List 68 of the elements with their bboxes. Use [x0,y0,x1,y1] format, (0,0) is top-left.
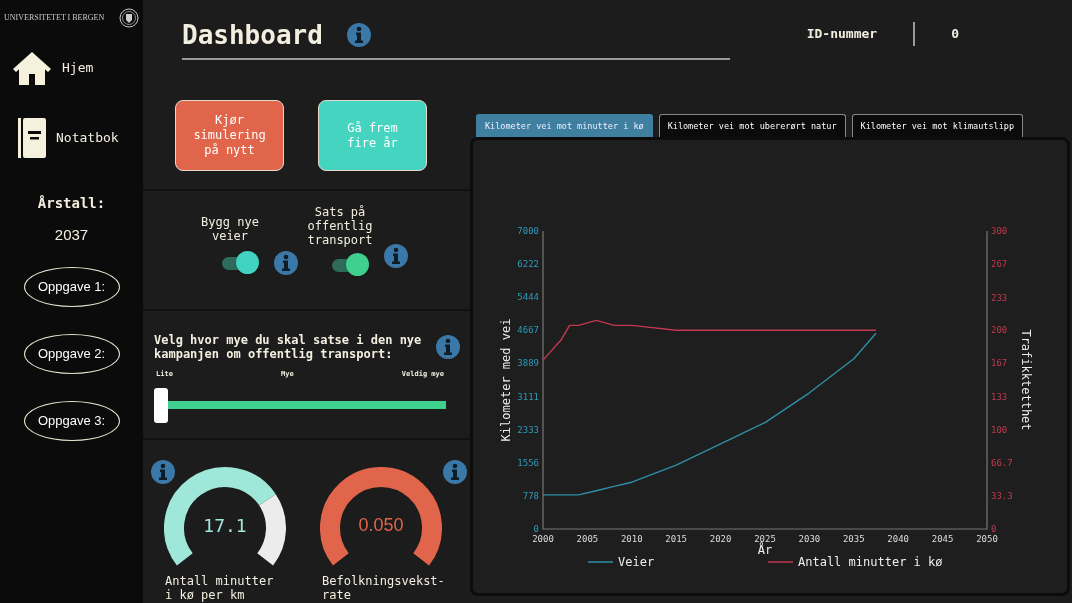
tick-label: 2040 [887,534,910,544]
info-icon[interactable] [384,244,408,268]
info-icon[interactable] [151,460,175,484]
tick-label: 1556 [517,457,539,468]
info-icon[interactable] [443,460,467,484]
gauge-label: Befolkningsvekst-rate [321,574,446,602]
notebook-icon [18,118,46,158]
tick-label: 100 [991,424,1008,435]
tick-label: 778 [522,490,539,501]
sidebar-item[interactable]: Hjem [0,48,143,88]
toggle-switch[interactable] [332,253,368,277]
tick-label: 2333 [517,424,539,435]
year-label: Årstall: [37,194,106,213]
tick-label: 4667 [517,325,539,336]
legend-label: Antall minutter i kø [798,555,943,569]
tick-label: 3889 [517,358,539,369]
tick-label: 3111 [517,391,539,402]
tick-label: 0 [991,524,997,534]
tick-label: 133 [991,391,1008,402]
tick-label: 5444 [517,292,539,303]
legend-line [587,561,614,563]
axis-title: Trafikktetthet [1019,329,1033,431]
slider-thumb[interactable] [154,387,168,423]
seal-icon [119,8,139,28]
legend-line [767,561,794,563]
info-icon[interactable] [436,335,460,359]
question-text: Velg hvor mye du skal satse i den nye kampanjen om offentlig transport: [154,333,423,361]
legend-label: Veier [618,555,655,569]
house-icon [12,50,52,86]
tick-label: 267 [991,258,1008,269]
tick-label: 2030 [798,534,821,544]
tick-label: 2020 [709,534,732,544]
logo-text: UNIVERSITETET I BERGEN [4,12,105,24]
id-value: 0 [951,25,959,44]
tick-label: 2035 [842,534,865,544]
tick-label: 233 [991,292,1008,303]
tick-label: 2045 [931,534,954,544]
tab[interactable]: Kilometer vei mot klimautslipp [851,114,1024,137]
axis-title: Kilometer med vei [499,318,513,442]
tick-label: 2005 [576,534,599,544]
gauge-value: 0.050 [358,514,404,537]
gauge-label: Antall minutter i kø per km [165,574,275,602]
toggle-label: Bygg nye veier [200,215,260,243]
toggle-label: Sats på offentlig transport [306,205,374,247]
tick-label: 2000 [532,534,554,544]
tab[interactable]: Kilometer vei mot ubererørt natur [658,114,846,137]
info-icon[interactable] [346,23,371,47]
id-label: ID-nummer [806,25,878,44]
tick-label: 7000 [517,226,539,236]
tick-label: 200 [991,325,1008,336]
tick-label: 2015 [665,534,688,544]
tick-label: 2010 [620,534,643,544]
tick-label: 2050 [976,534,998,544]
year-value: 2037 [54,225,89,245]
tick-label: 0 [533,524,539,534]
tick-label: 167 [991,358,1008,369]
sidebar-item[interactable]: Notatbok [0,118,143,158]
gauge-value: 17.1 [203,514,247,538]
tab[interactable]: Kilometer vei mot minutter i kø [476,114,653,137]
tick-label: 66.7 [991,457,1013,468]
info-icon[interactable] [274,251,298,275]
page-title: Dashboard [182,19,323,52]
slider[interactable] [154,387,446,423]
tick-label: 6222 [517,259,539,270]
tick-label: 300 [991,226,1008,236]
toggle-switch[interactable] [222,251,258,275]
tick-label: 33.3 [991,490,1013,501]
axis-title: År [757,543,773,557]
